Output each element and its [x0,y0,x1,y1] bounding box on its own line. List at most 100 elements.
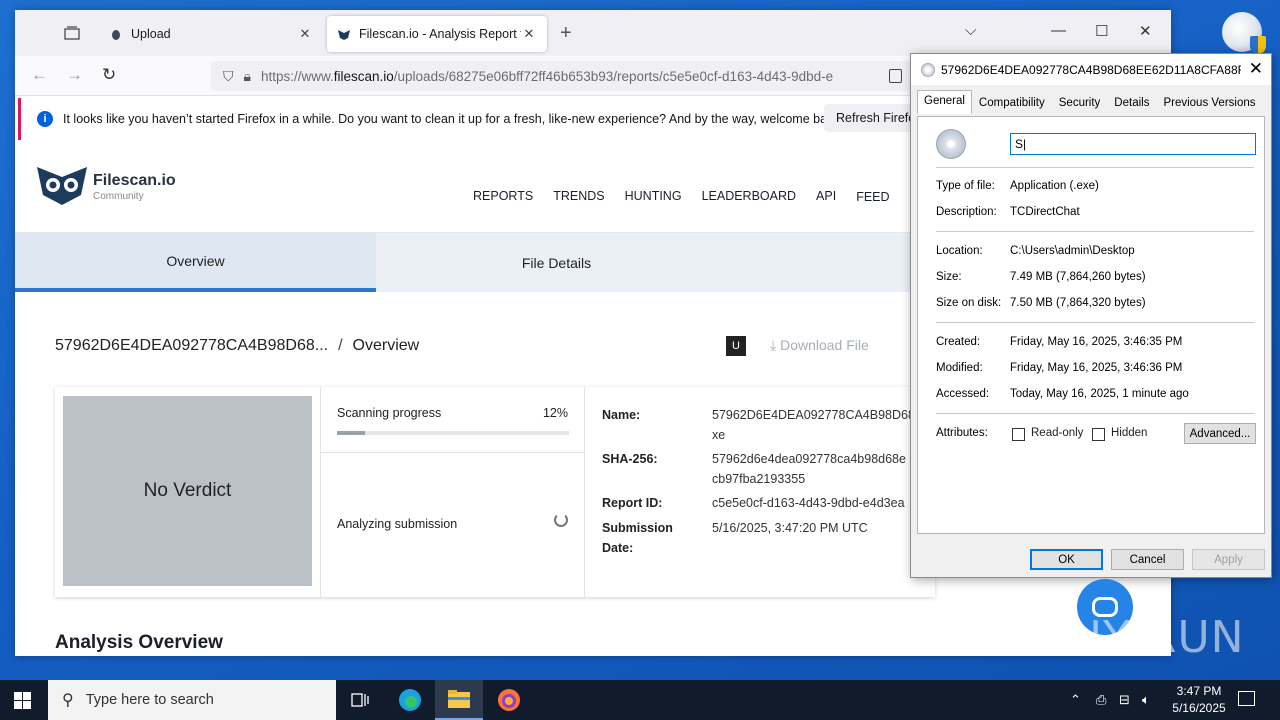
lock-icon[interactable]: 🔒︎ [244,68,251,85]
tab-overview[interactable]: Overview [15,233,376,292]
tab-file-details[interactable]: File Details [376,233,737,292]
task-view-icon[interactable] [336,680,384,720]
scan-progress-label: Scanning progress [337,406,442,420]
tab-filescan-report[interactable]: Filescan.io - Analysis Report for ✕ [327,16,547,52]
close-icon[interactable]: ✕ [1249,59,1263,79]
tab-previous-versions[interactable]: Previous Versions [1156,92,1262,116]
size-label: Size: [936,271,962,283]
notification-text: It looks like you haven’t started Firefo… [63,112,844,126]
notification-center-icon[interactable] [1238,691,1255,706]
list-all-tabs-icon[interactable] [61,23,83,43]
divider [936,167,1254,168]
reader-view-icon[interactable] [889,69,902,83]
breadcrumb-file[interactable]: 57962D6E4DEA092778CA4B98D68... [55,337,328,354]
meta-value-submission-date: 5/16/2025, 3:47:20 PM UTC [712,521,868,535]
maximize-icon[interactable]: ☐ [1095,22,1108,40]
tab-overflow-chevron-icon[interactable]: ⌵ [965,22,976,39]
tab-details[interactable]: Details [1107,92,1156,116]
tracking-shield-icon[interactable]: ⛉ [223,68,234,85]
anyrun-watermark: ANY RUN [1038,612,1245,663]
windows-start-icon[interactable] [14,692,31,709]
desktop-shortcut-icon[interactable] [1222,12,1266,54]
site-subtitle: Community [93,191,144,202]
file-type-icon [936,129,966,159]
nav-feed-label: FEED [856,190,890,204]
site-name[interactable]: Filescan.io [93,172,176,190]
nav-api[interactable]: API [816,189,836,204]
tab-general[interactable]: General [917,90,972,114]
firefox-icon[interactable] [485,680,533,720]
nav-trends[interactable]: TRENDS [553,189,604,204]
owl-logo-icon[interactable] [35,163,89,207]
show-hidden-icons-chevron-icon[interactable]: ⌃ [1070,692,1081,708]
size-on-disk-value: 7.50 MB (7,864,320 bytes) [1010,297,1146,309]
divider [936,322,1254,323]
type-label: Type of file: [936,180,995,192]
tab-compatibility[interactable]: Compatibility [972,92,1052,116]
edge-icon[interactable] [386,680,434,720]
verdict-box: No Verdict [63,396,312,586]
reload-icon[interactable]: ↻ [102,65,116,85]
user-badge[interactable]: U [726,336,746,356]
dialog-tabs: General Compatibility Security Details P… [917,90,1263,116]
location-value: C:\Users\admin\Desktop [1010,245,1135,257]
hidden-label[interactable]: Hidden [1111,427,1147,439]
read-only-label[interactable]: Read-only [1031,427,1083,439]
cancel-button[interactable]: Cancel [1111,549,1184,570]
clock-time: 3:47 PM [1176,684,1222,698]
tab-security[interactable]: Security [1052,92,1108,116]
close-window-icon[interactable]: ✕ [1139,22,1152,40]
download-icon: ⤓ [770,337,781,353]
main-nav: REPORTS TRENDS HUNTING LEADERBOARD API F… [473,189,966,204]
meta-key-sha256: SHA-256: [602,452,658,466]
type-value: Application (.exe) [1010,180,1099,192]
download-file-button[interactable]: ⤓ Download File [770,337,869,354]
ok-button[interactable]: OK [1030,549,1103,570]
minimize-icon[interactable]: — [1051,22,1066,39]
nav-leaderboard[interactable]: LEADERBOARD [702,189,796,204]
read-only-checkbox[interactable] [1012,428,1025,441]
close-tab-icon[interactable]: ✕ [297,26,313,42]
scan-panel: Scanning progress 12% Analyzing submissi… [320,387,585,597]
url-path: /uploads/68275e06bff72ff46b653b93/report… [393,68,834,84]
file-name-input[interactable]: S| [1010,133,1256,155]
location-label: Location: [936,245,983,257]
apply-button[interactable]: Apply [1192,549,1265,570]
analyzing-label: Analyzing submission [337,517,458,531]
dialog-title: 57962D6E4DEA092778CA4B98D68EE62D11A8CFA8… [941,62,1241,77]
meta-value-sha256: 57962d6e4dea092778ca4b98d68e cb97fba2193… [712,452,906,486]
back-icon[interactable]: ← [31,65,48,85]
meta-value-report-id: c5e5e0cf-d163-4d43-9dbd-e4d3ea [712,496,905,510]
file-explorer-icon[interactable] [435,680,483,720]
hidden-checkbox[interactable] [1092,428,1105,441]
dialog-title-bar: 57962D6E4DEA092778CA4B98D68EE62D11A8CFA8… [911,54,1271,85]
general-panel: S| Type of file: Application (.exe) Desc… [917,116,1265,534]
created-value: Friday, May 16, 2025, 3:46:35 PM [1010,336,1183,348]
taskbar-search-box[interactable]: ⚲ Type here to search [48,680,336,720]
new-tab-icon[interactable]: + [560,22,572,45]
advanced-button[interactable]: Advanced... [1184,423,1256,444]
size-on-disk-label: Size on disk: [936,297,1002,309]
volume-icon[interactable]: 🔈︎ [1142,692,1150,708]
meet-now-icon[interactable]: ⎙ [1096,692,1106,708]
taskbar: ⚲ Type here to search ⌃ ⎙ ⊟ 🔈︎ 3:47 PM 5… [0,680,1280,720]
close-tab-icon[interactable]: ✕ [521,26,537,42]
description-value: TCDirectChat [1010,206,1080,218]
breadcrumb-page: Overview [352,337,420,354]
info-icon: i [37,111,53,127]
forward-icon[interactable]: → [66,65,83,85]
created-label: Created: [936,336,981,348]
tab-title: Upload [131,27,171,41]
url-bar[interactable]: ⛉ 🔒︎ https://www. filescan.io/uploads/682… [211,61,911,91]
nav-reports[interactable]: REPORTS [473,189,533,204]
network-icon[interactable]: ⊟ [1119,692,1130,708]
system-clock[interactable]: 3:47 PM 5/16/2025 [1160,683,1238,717]
tab-upload[interactable]: Upload ✕ [99,16,323,52]
url-prefix: https://www. [260,68,334,84]
divider [936,413,1254,414]
meta-key-submission-date: Submission Date: [602,521,673,555]
download-label: Download File [780,337,869,353]
nav-hunting[interactable]: HUNTING [625,189,682,204]
modified-label: Modified: [936,362,983,374]
scan-progress-bar [337,431,569,435]
